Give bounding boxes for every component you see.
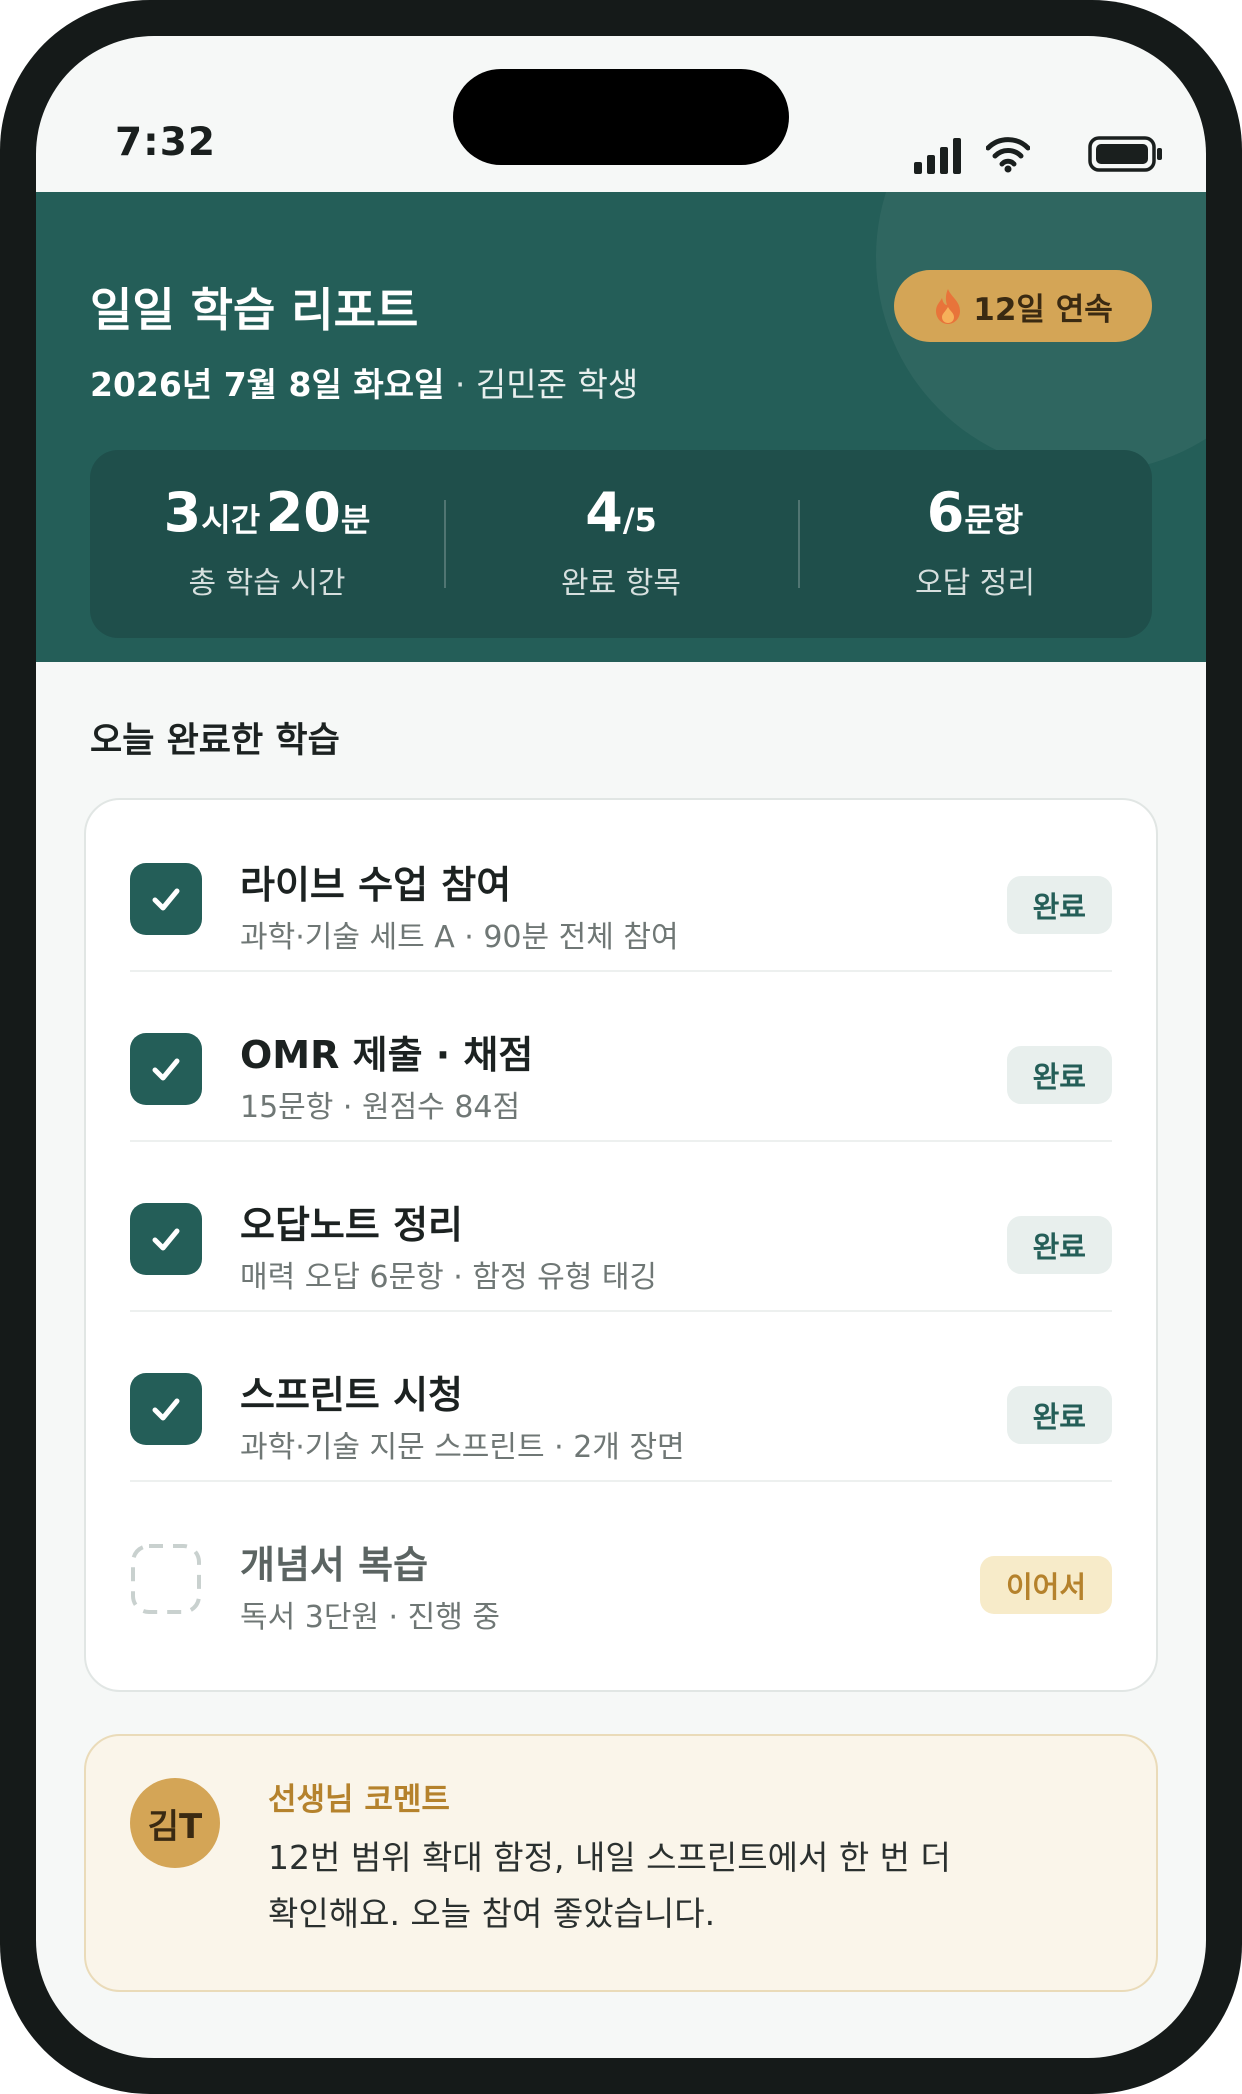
- continue-button[interactable]: 이어서: [979, 1556, 1112, 1614]
- checkbox-checked-icon[interactable]: [130, 1373, 202, 1445]
- stat-number: 20: [265, 481, 341, 544]
- task-title: 스프린트 시청: [240, 1373, 463, 1417]
- task-list: 라이브 수업 참여 과학·기술 세트 A · 90분 전체 참여 완료 OMR …: [84, 798, 1158, 1692]
- stat-number: 4: [585, 481, 623, 544]
- teacher-comment-card: 김T 선생님 코멘트 12번 범위 확대 함정, 내일 스프린트에서 한 번 더…: [84, 1734, 1158, 1992]
- stat-unit: 분: [340, 501, 371, 539]
- dynamic-island: [453, 69, 789, 165]
- stat-label: 오답 정리: [915, 566, 1035, 601]
- task-subtitle: 15문항 · 원점수 84점: [240, 1090, 521, 1125]
- stat-completed: 4/5 완료 항목: [444, 450, 798, 638]
- stat-number: 3: [163, 481, 202, 544]
- stat-study-time: 3시간 20분 총 학습 시간: [90, 450, 444, 638]
- report-date: 2026년 7월 8일 화요일: [90, 365, 445, 404]
- stats-panel: 3시간 20분 총 학습 시간 4/5 완료 항목 6문항 오답 정리: [90, 450, 1152, 638]
- comment-body: 12번 범위 확대 함정, 내일 스프린트에서 한 번 더 확인해요. 오늘 참…: [268, 1830, 1088, 1942]
- screen: 7:32 일일 학습 리포트 2026년 7월 8일 화요일 · 김민준 학생 …: [36, 36, 1206, 2058]
- checkbox-pending-icon[interactable]: [130, 1543, 202, 1615]
- stat-value: 4/5: [585, 486, 657, 540]
- comment-line: 확인해요. 오늘 참여 좋았습니다.: [268, 1894, 716, 1933]
- task-subtitle: 과학·기술 지문 스프린트 · 2개 장면: [240, 1430, 685, 1465]
- status-time: 7:32: [115, 120, 217, 165]
- avatar: 김T: [130, 1778, 220, 1868]
- task-title: 오답노트 정리: [240, 1203, 463, 1247]
- task-row[interactable]: 개념서 복습 독서 3단원 · 진행 중 이어서: [130, 1480, 1112, 1650]
- flame-icon: [936, 289, 961, 324]
- checkbox-checked-icon[interactable]: [130, 1033, 202, 1105]
- status-badge: 완료: [1006, 1216, 1112, 1274]
- wifi-icon: [986, 137, 1030, 173]
- checkbox-checked-icon[interactable]: [130, 863, 202, 935]
- task-subtitle: 매력 오답 6문항 · 함정 유형 태깅: [240, 1260, 658, 1295]
- streak-badge: 12일 연속: [894, 270, 1152, 342]
- stat-label: 완료 항목: [561, 566, 681, 601]
- status-badge: 완료: [1006, 1386, 1112, 1444]
- comment-line: 12번 범위 확대 함정, 내일 스프린트에서 한 번 더: [268, 1838, 951, 1877]
- phone-frame: 7:32 일일 학습 리포트 2026년 7월 8일 화요일 · 김민준 학생 …: [0, 0, 1242, 2094]
- stat-unit: 시간: [201, 501, 261, 539]
- comment-title: 선생님 코멘트: [268, 1782, 450, 1818]
- signal-icon: [914, 138, 961, 174]
- stat-value: 6문항: [927, 486, 1023, 540]
- task-title: 개념서 복습: [240, 1543, 429, 1587]
- student-name: 김민준 학생: [475, 365, 639, 404]
- task-row[interactable]: 오답노트 정리 매력 오답 6문항 · 함정 유형 태깅 완료: [130, 1140, 1112, 1312]
- task-row[interactable]: OMR 제출 · 채점 15문항 · 원점수 84점 완료: [130, 970, 1112, 1142]
- stat-number: 6: [926, 481, 965, 544]
- task-row[interactable]: 라이브 수업 참여 과학·기술 세트 A · 90분 전체 참여 완료: [130, 800, 1112, 972]
- stat-value: 3시간 20분: [164, 486, 371, 540]
- stat-wrong-answers: 6문항 오답 정리: [798, 450, 1152, 638]
- task-title: 라이브 수업 참여: [240, 863, 512, 907]
- page-title: 일일 학습 리포트: [90, 283, 419, 337]
- task-row[interactable]: 스프린트 시청 과학·기술 지문 스프린트 · 2개 장면 완료: [130, 1310, 1112, 1482]
- subtitle-separator: ·: [454, 365, 466, 404]
- task-subtitle: 독서 3단원 · 진행 중: [240, 1600, 500, 1635]
- battery-icon: [1088, 136, 1162, 172]
- stat-unit: 문항: [964, 501, 1024, 539]
- streak-label: 12일 연속: [973, 291, 1113, 328]
- status-badge: 완료: [1006, 1046, 1112, 1104]
- section-title: 오늘 완료한 학습: [90, 721, 340, 761]
- report-subtitle: 2026년 7월 8일 화요일 · 김민준 학생: [90, 358, 638, 406]
- stat-label: 총 학습 시간: [188, 566, 346, 601]
- report-header: 일일 학습 리포트 2026년 7월 8일 화요일 · 김민준 학생 12일 연…: [36, 192, 1206, 662]
- task-subtitle: 과학·기술 세트 A · 90분 전체 참여: [240, 920, 679, 955]
- checkbox-checked-icon[interactable]: [130, 1203, 202, 1275]
- task-title: OMR 제출 · 채점: [240, 1033, 534, 1077]
- stat-unit: /5: [622, 501, 657, 539]
- status-badge: 완료: [1006, 876, 1112, 934]
